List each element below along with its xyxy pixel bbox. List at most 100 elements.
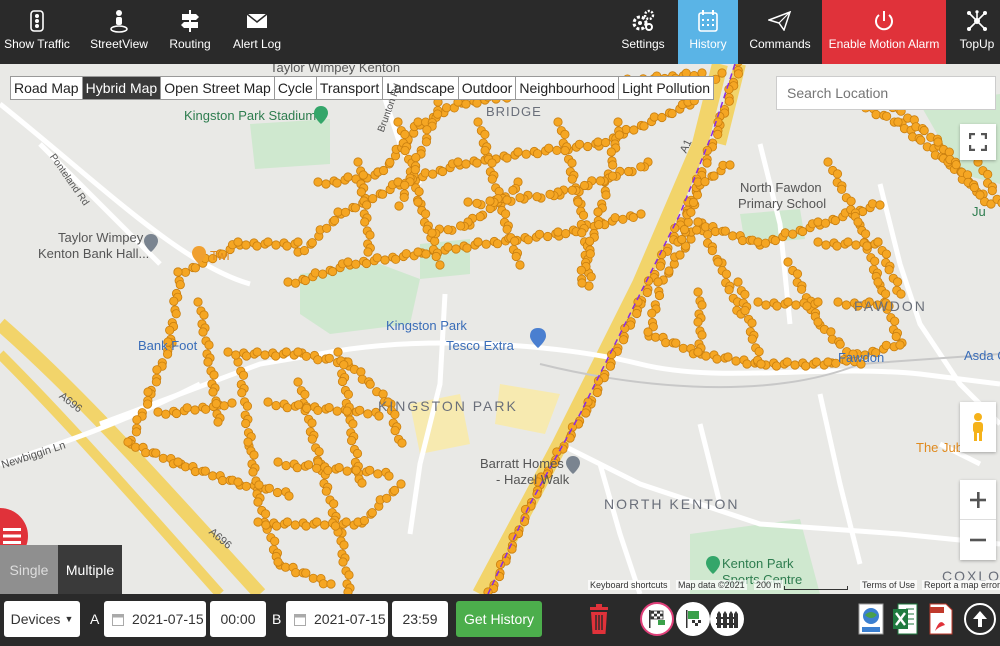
zoom-out-button[interactable] bbox=[960, 520, 996, 560]
export-kml-button[interactable] bbox=[856, 602, 886, 636]
history-point-marker[interactable] bbox=[747, 334, 757, 344]
history-point-marker[interactable] bbox=[332, 178, 342, 188]
history-point-marker[interactable] bbox=[851, 240, 861, 250]
history-button[interactable]: History bbox=[678, 0, 738, 64]
history-point-marker[interactable] bbox=[492, 239, 503, 249]
history-point-marker[interactable] bbox=[821, 240, 831, 250]
history-point-marker[interactable] bbox=[411, 153, 421, 163]
flags-toggle-button[interactable] bbox=[676, 602, 710, 636]
history-point-marker[interactable] bbox=[462, 243, 472, 253]
alert-log-button[interactable]: Alert Log bbox=[230, 0, 284, 64]
history-point-marker[interactable] bbox=[761, 300, 771, 310]
history-point-marker[interactable] bbox=[260, 350, 270, 360]
map-pin-icon[interactable] bbox=[530, 328, 546, 348]
history-point-marker[interactable] bbox=[592, 387, 602, 398]
history-point-marker[interactable] bbox=[326, 579, 336, 589]
history-point-marker[interactable] bbox=[607, 171, 618, 181]
report-error-link[interactable]: Report a map error bbox=[922, 580, 1000, 590]
delete-history-button[interactable] bbox=[584, 602, 614, 636]
history-point-marker[interactable] bbox=[358, 170, 368, 180]
history-point-marker[interactable] bbox=[271, 351, 281, 361]
history-point-marker[interactable] bbox=[173, 457, 183, 467]
history-point-marker[interactable] bbox=[783, 257, 793, 267]
show-traffic-button[interactable]: Show Traffic bbox=[0, 0, 74, 64]
history-point-marker[interactable] bbox=[717, 68, 727, 78]
history-point-marker[interactable] bbox=[697, 300, 707, 310]
history-point-marker[interactable] bbox=[413, 197, 423, 207]
history-point-marker[interactable] bbox=[871, 109, 881, 120]
history-point-marker[interactable] bbox=[200, 466, 210, 476]
history-point-marker[interactable] bbox=[208, 387, 218, 397]
map-type-road[interactable]: Road Map bbox=[11, 77, 83, 99]
history-point-marker[interactable] bbox=[318, 579, 328, 589]
history-point-marker[interactable] bbox=[254, 480, 264, 490]
export-excel-button[interactable] bbox=[890, 602, 920, 636]
map-type-transport[interactable]: Transport bbox=[316, 77, 384, 99]
history-point-marker[interactable] bbox=[421, 137, 431, 147]
history-point-marker[interactable] bbox=[500, 209, 511, 219]
history-point-marker[interactable] bbox=[153, 407, 163, 417]
street-view-pegman[interactable] bbox=[960, 402, 996, 452]
history-point-marker[interactable] bbox=[636, 162, 646, 172]
commands-button[interactable]: Commands bbox=[748, 0, 812, 64]
history-point-marker[interactable] bbox=[193, 297, 203, 307]
history-point-marker[interactable] bbox=[380, 255, 390, 265]
history-point-marker[interactable] bbox=[846, 196, 856, 206]
history-point-marker[interactable] bbox=[585, 249, 595, 259]
history-point-marker[interactable] bbox=[721, 269, 732, 279]
history-point-marker[interactable] bbox=[307, 434, 317, 444]
history-point-marker[interactable] bbox=[502, 153, 512, 163]
history-point-marker[interactable] bbox=[740, 289, 750, 299]
history-point-marker[interactable] bbox=[643, 327, 653, 337]
mode-single-button[interactable]: Single bbox=[0, 545, 58, 594]
history-point-marker[interactable] bbox=[511, 251, 521, 262]
history-point-marker[interactable] bbox=[933, 137, 943, 147]
history-point-marker[interactable] bbox=[813, 297, 823, 307]
history-point-marker[interactable] bbox=[826, 327, 836, 337]
history-point-marker[interactable] bbox=[733, 277, 743, 287]
history-point-marker[interactable] bbox=[472, 98, 482, 108]
history-point-marker[interactable] bbox=[302, 403, 312, 413]
history-point-marker[interactable] bbox=[400, 146, 410, 156]
history-point-marker[interactable] bbox=[802, 301, 812, 311]
history-point-marker[interactable] bbox=[453, 157, 463, 167]
history-point-marker[interactable] bbox=[413, 247, 423, 257]
history-point-marker[interactable] bbox=[700, 177, 710, 187]
history-point-marker[interactable] bbox=[629, 125, 639, 135]
history-point-marker[interactable] bbox=[203, 357, 213, 367]
history-point-marker[interactable] bbox=[610, 213, 620, 223]
history-point-marker[interactable] bbox=[396, 479, 406, 489]
history-point-marker[interactable] bbox=[480, 129, 490, 140]
history-point-marker[interactable] bbox=[919, 125, 929, 136]
history-point-marker[interactable] bbox=[132, 415, 142, 425]
date-a-input[interactable]: 2021-07-15 bbox=[104, 601, 206, 637]
history-point-marker[interactable] bbox=[312, 517, 322, 527]
history-point-marker[interactable] bbox=[313, 355, 323, 365]
devices-dropdown[interactable]: Devices ▼ bbox=[4, 601, 80, 637]
history-point-marker[interactable] bbox=[473, 237, 483, 247]
history-point-marker[interactable] bbox=[293, 400, 304, 410]
history-point-marker[interactable] bbox=[314, 446, 324, 457]
history-point-marker[interactable] bbox=[579, 180, 590, 191]
history-point-marker[interactable] bbox=[574, 139, 585, 149]
history-point-marker[interactable] bbox=[271, 240, 281, 250]
map-pin-icon[interactable] bbox=[314, 106, 328, 124]
history-point-marker[interactable] bbox=[204, 340, 214, 350]
history-point-marker[interactable] bbox=[384, 471, 394, 481]
history-point-marker[interactable] bbox=[353, 157, 363, 167]
history-point-marker[interactable] bbox=[231, 350, 241, 360]
history-point-marker[interactable] bbox=[586, 272, 596, 282]
history-point-marker[interactable] bbox=[553, 117, 563, 127]
history-point-marker[interactable] bbox=[241, 240, 251, 250]
history-point-marker[interactable] bbox=[475, 212, 485, 222]
history-point-marker[interactable] bbox=[771, 361, 782, 371]
zoom-in-button[interactable] bbox=[960, 480, 996, 520]
history-point-marker[interactable] bbox=[623, 166, 634, 177]
history-point-marker[interactable] bbox=[593, 137, 603, 147]
history-point-marker[interactable] bbox=[284, 491, 294, 501]
history-point-marker[interactable] bbox=[171, 408, 182, 419]
history-point-marker[interactable] bbox=[724, 285, 734, 295]
history-point-marker[interactable] bbox=[352, 448, 363, 459]
history-point-marker[interactable] bbox=[892, 277, 903, 287]
history-point-marker[interactable] bbox=[873, 277, 883, 287]
